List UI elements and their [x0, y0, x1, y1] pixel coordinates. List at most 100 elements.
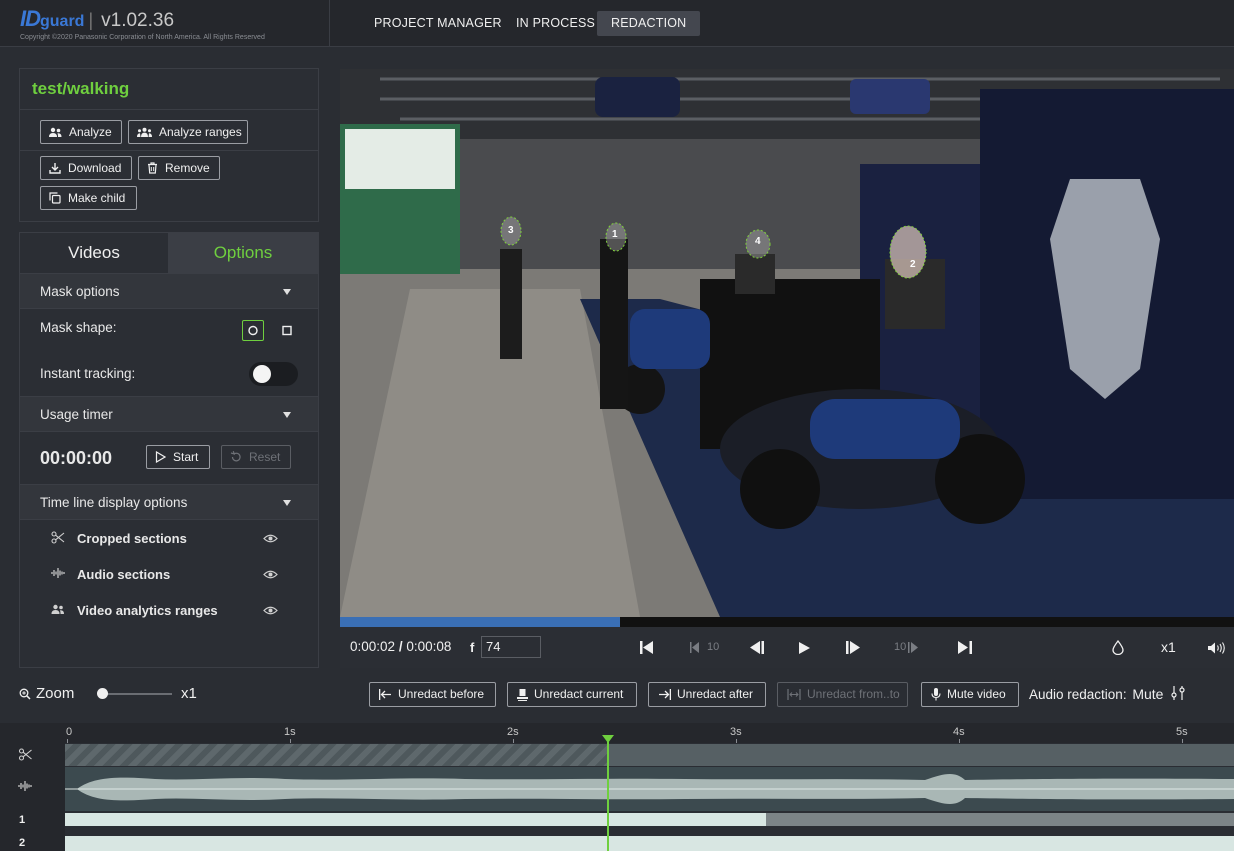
unredact-after-label: Unredact after	[677, 687, 754, 701]
remove-button[interactable]: Remove	[138, 156, 220, 180]
zoom-icon	[19, 688, 31, 703]
skip-forward-10-button[interactable]: 10	[894, 641, 924, 654]
copyright-text: Copyright ©2020 Panasonic Corporation of…	[20, 34, 265, 41]
timeline-tick-mark	[736, 739, 737, 743]
instant-tracking-label: Instant tracking:	[40, 366, 136, 381]
sliders-icon[interactable]	[1171, 686, 1185, 703]
timeline-tick: 3s	[730, 726, 742, 738]
tab-videos[interactable]: Videos	[20, 233, 168, 273]
timeline-tick: 2s	[507, 726, 519, 738]
playhead[interactable]	[606, 740, 609, 851]
video-frame[interactable]: 1 2 3 4	[340, 69, 1234, 617]
drop-icon[interactable]	[1112, 639, 1124, 658]
people-icon	[51, 603, 65, 618]
video-scene-image	[340, 69, 1234, 617]
analyze-button[interactable]: Analyze	[40, 120, 122, 144]
mask-shape-square-button[interactable]	[276, 320, 298, 341]
zoom-slider[interactable]	[100, 693, 172, 695]
usage-timer-value: 00:00:00	[40, 448, 113, 468]
eye-icon[interactable]	[263, 604, 278, 619]
unredact-from-to-button[interactable]: Unredact from..to	[777, 682, 908, 707]
audio-redaction-status: Audio redaction: Mute	[1029, 686, 1163, 702]
timeline-display-header[interactable]: Time line display options	[20, 484, 318, 520]
timeline-tick-mark	[67, 739, 68, 743]
app-header: IDguard | v1.02.36 Copyright ©2020 Panason…	[0, 0, 1234, 47]
instant-tracking-toggle[interactable]	[249, 362, 298, 386]
zoom-label: Zoom	[36, 685, 75, 702]
scissors-icon	[51, 531, 65, 547]
skip-to-start-icon[interactable]	[640, 641, 654, 657]
eye-icon[interactable]	[263, 532, 278, 547]
mask-options-header[interactable]: Mask options	[20, 273, 318, 309]
audio-track[interactable]	[65, 767, 1234, 811]
logo-separator: |	[88, 10, 94, 30]
cropped-region	[65, 744, 607, 766]
skip-back-icon	[690, 642, 699, 653]
timeline-ruler[interactable]	[0, 723, 1234, 743]
chevron-down-icon	[283, 289, 291, 295]
analyze-ranges-button[interactable]: Analyze ranges	[128, 120, 248, 144]
face-marker[interactable]: 1	[612, 229, 618, 240]
analytics-track-2[interactable]	[65, 836, 1234, 851]
logo-area: IDguard | v1.02.36 Copyright ©2020 Panason…	[0, 0, 330, 47]
make-child-button[interactable]: Make child	[40, 186, 137, 210]
unredact-after-button[interactable]: Unredact after	[648, 682, 766, 707]
frame-label: f	[470, 640, 475, 655]
people-icon	[49, 127, 62, 137]
analytics-range-1[interactable]	[65, 813, 766, 826]
timeline-tick-mark	[1182, 739, 1183, 743]
zoom-slider-handle[interactable]	[97, 688, 108, 699]
timer-reset-button[interactable]: Reset	[221, 445, 291, 469]
unredact-current-button[interactable]: Unredact current	[507, 682, 637, 707]
download-label: Download	[68, 161, 122, 175]
nav-tab-in-process[interactable]: IN PROCESS	[502, 11, 609, 36]
frame-input[interactable]: 74	[481, 636, 541, 658]
unredact-current-label: Unredact current	[534, 687, 624, 701]
face-marker[interactable]: 4	[755, 236, 761, 247]
nav-tab-redaction[interactable]: REDACTION	[597, 11, 701, 36]
download-button[interactable]: Download	[40, 156, 132, 180]
face-marker[interactable]: 2	[910, 259, 916, 270]
people-group-icon	[137, 127, 152, 137]
reset-icon	[230, 451, 241, 462]
copy-icon	[49, 192, 61, 204]
audio-waveform	[65, 773, 1234, 805]
circle-icon	[248, 325, 258, 336]
skip-to-end-icon[interactable]	[958, 641, 972, 657]
timer-start-button[interactable]: Start	[146, 445, 210, 469]
timeline-display-title: Time line display options	[40, 495, 188, 510]
unredact-before-button[interactable]: Unredact before	[369, 682, 496, 707]
nav-tab-project-manager[interactable]: PROJECT MANAGER	[360, 11, 516, 36]
play-icon[interactable]	[799, 642, 810, 657]
audio-sections-label: Audio sections	[77, 567, 171, 582]
playback-speed[interactable]: x1	[1161, 639, 1176, 655]
mute-video-button[interactable]: Mute video	[921, 682, 1019, 707]
timeline-tick-mark	[290, 739, 291, 743]
skip-forward-label: 10	[894, 641, 907, 653]
volume-icon[interactable]	[1208, 642, 1226, 657]
tab-options[interactable]: Options	[168, 233, 318, 273]
usage-timer-header[interactable]: Usage timer	[20, 396, 318, 432]
stamp-icon	[517, 688, 528, 701]
step-forward-icon[interactable]	[846, 641, 860, 657]
toggle-knob	[253, 365, 271, 383]
audio-redaction-value: Mute	[1132, 686, 1164, 702]
timeline-tick-mark	[959, 739, 960, 743]
step-back-icon[interactable]	[750, 641, 764, 657]
waveform-icon	[18, 780, 32, 795]
unredact-before-label: Unredact before	[398, 687, 485, 701]
app-version: v1.02.36	[101, 10, 175, 31]
current-time: 0:00:02	[350, 639, 396, 654]
track-row-label: 1	[19, 814, 26, 826]
skip-back-label: 10	[707, 641, 720, 653]
face-marker[interactable]: 3	[508, 225, 514, 236]
track-row-label: 2	[19, 837, 26, 849]
eye-icon[interactable]	[263, 568, 278, 583]
make-child-label: Make child	[68, 191, 126, 205]
mask-shape-circle-button[interactable]	[242, 320, 264, 341]
project-title: test/walking	[32, 79, 130, 98]
scissors-icon	[18, 748, 33, 764]
range-icon	[787, 689, 801, 700]
timer-reset-label: Reset	[249, 450, 281, 464]
zoom-value: x1	[181, 685, 197, 702]
